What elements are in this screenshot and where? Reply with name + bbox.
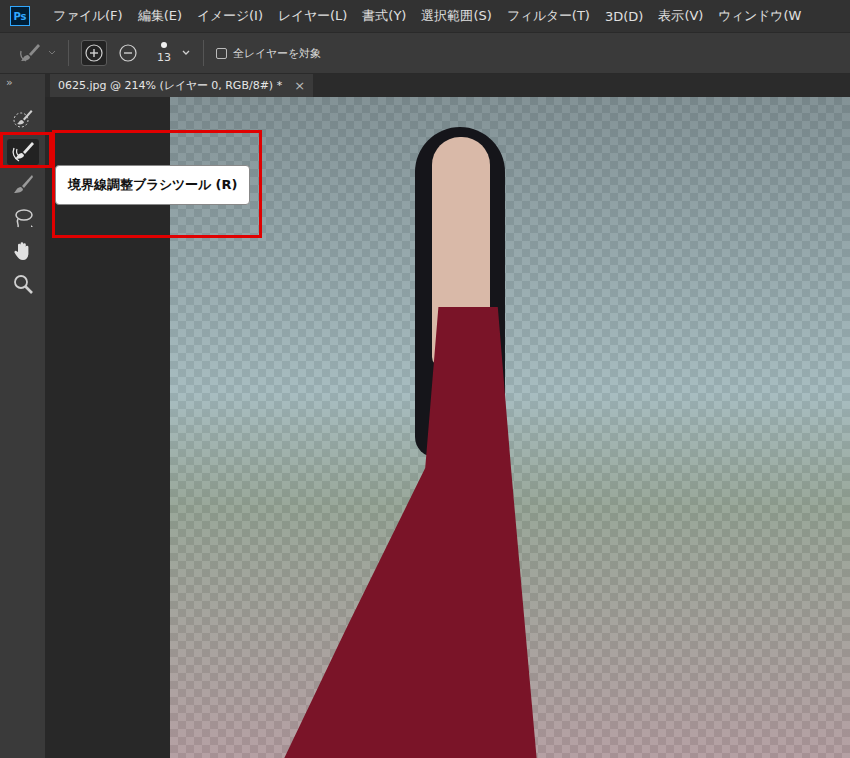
- menu-item[interactable]: 選択範囲(S): [421, 7, 491, 25]
- menu-item[interactable]: ウィンドウ(W: [718, 7, 801, 25]
- document-tab-bar: 0625.jpg @ 214% (レイヤー 0, RGB/8#) *×: [45, 74, 850, 97]
- brush-icon: [12, 174, 34, 196]
- panel-toggle[interactable]: »: [0, 74, 45, 99]
- close-tab-button[interactable]: ×: [294, 78, 305, 93]
- menu-item[interactable]: イメージ(I): [197, 7, 263, 25]
- refine-edge-brush-icon: [11, 140, 35, 164]
- brush-size-picker[interactable]: 13: [157, 42, 171, 64]
- zoom-tool[interactable]: [7, 271, 39, 297]
- photoshop-window: Ps ファイル(F) 編集(E) イメージ(I) レイヤー(L) 書式(Y) 選択範囲(S)…: [0, 0, 850, 758]
- menu-item[interactable]: レイヤー(L): [278, 7, 347, 25]
- brush-tool[interactable]: [7, 172, 39, 198]
- hand-icon: [12, 240, 34, 262]
- brush-dot-icon: [161, 42, 167, 48]
- menu-item[interactable]: 編集(E): [138, 7, 182, 25]
- quick-selection-icon: [12, 108, 34, 130]
- dropdown-icon[interactable]: [181, 49, 191, 57]
- sample-all-layers-checkbox[interactable]: 全レイヤーを対象: [216, 46, 321, 61]
- document-image[interactable]: [170, 97, 850, 758]
- plus-circle-icon: [84, 43, 104, 63]
- subtract-mode-button[interactable]: [115, 40, 141, 66]
- refine-edge-brush-tool[interactable]: [7, 139, 39, 165]
- options-bar: 13 全レイヤーを対象: [0, 32, 850, 74]
- menu-item[interactable]: 表示(V): [658, 7, 703, 25]
- highlight-box: [0, 132, 52, 168]
- document-tab[interactable]: 0625.jpg @ 214% (レイヤー 0, RGB/8#) *×: [50, 74, 313, 97]
- minus-circle-icon: [118, 43, 138, 63]
- menu-bar: Ps ファイル(F) 編集(E) イメージ(I) レイヤー(L) 書式(Y) 選択範囲(S)…: [0, 0, 850, 32]
- brush-icon: [18, 41, 44, 65]
- add-mode-button[interactable]: [81, 40, 107, 66]
- lasso-icon: [12, 207, 34, 229]
- quick-selection-tool[interactable]: [7, 106, 39, 132]
- menu-item[interactable]: ファイル(F): [53, 7, 123, 25]
- hand-tool[interactable]: [7, 238, 39, 264]
- lasso-tool[interactable]: [7, 205, 39, 231]
- toolbar: »: [0, 74, 45, 758]
- dropdown-icon: [48, 50, 56, 56]
- separator: [203, 40, 204, 66]
- tool-preset-picker[interactable]: [18, 41, 56, 65]
- menu-item[interactable]: 3D(D): [605, 9, 643, 24]
- menu-item[interactable]: 書式(Y): [362, 7, 406, 25]
- separator: [68, 40, 69, 66]
- checkbox-box[interactable]: [216, 48, 227, 59]
- zoom-icon: [12, 273, 34, 295]
- menu-item[interactable]: フィルター(T): [507, 7, 590, 25]
- tool-tooltip: 境界線調整ブラシツール (R): [55, 165, 250, 205]
- app-logo[interactable]: Ps: [10, 6, 30, 26]
